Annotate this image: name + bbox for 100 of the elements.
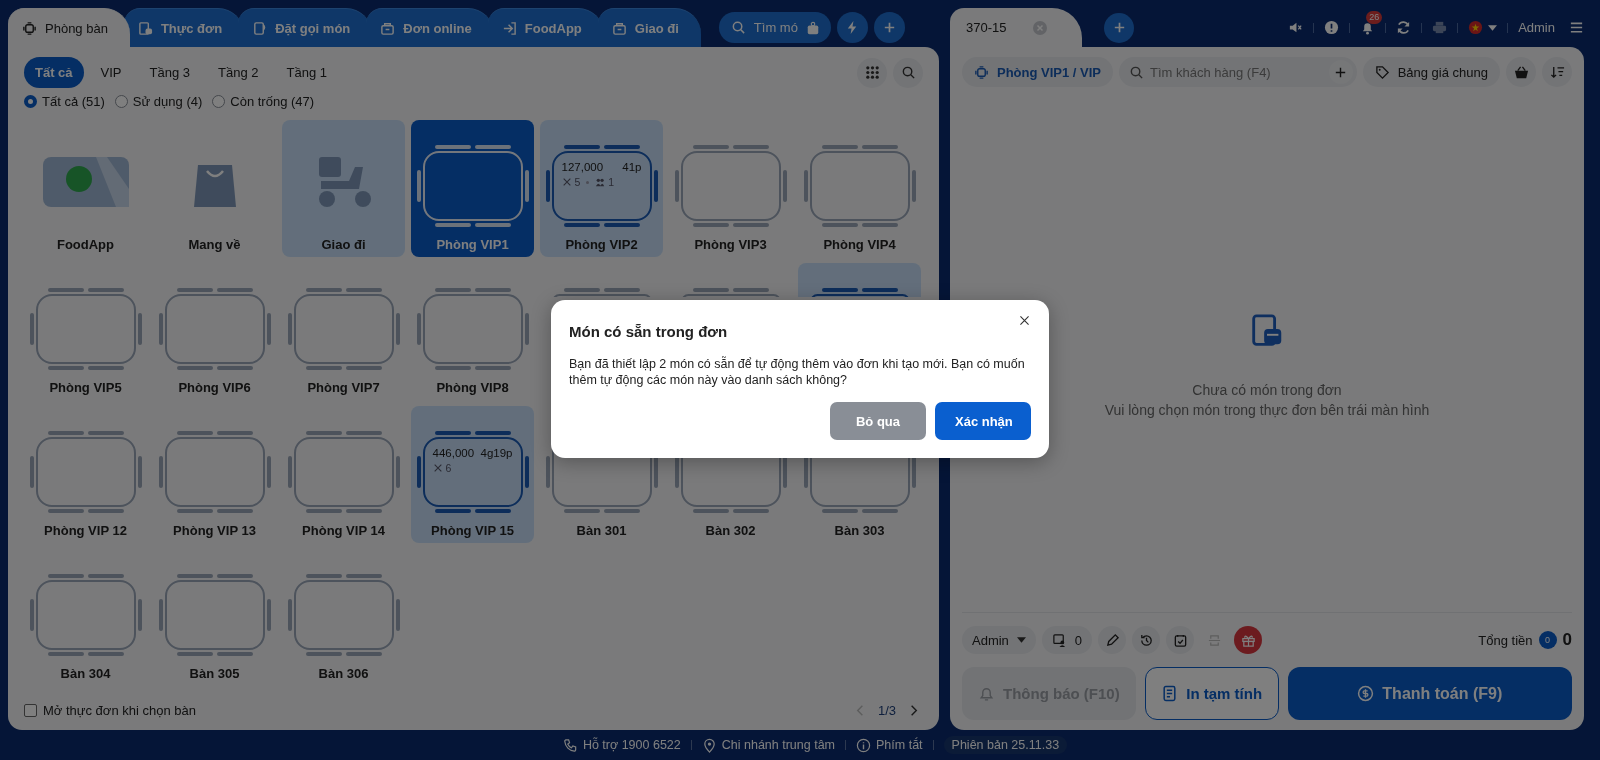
split-icon [1206,632,1222,648]
tag-icon [1374,64,1390,80]
sort-button[interactable] [1542,57,1572,87]
status-radio[interactable]: Sử dụng (4) [114,94,203,109]
table-card[interactable]: Bàn 306 [282,549,405,686]
table-card[interactable]: Bàn 304 [24,549,147,686]
dialog-title: Món có sẵn trong đơn [569,323,728,340]
table-card[interactable]: Phòng VIP8 [411,263,534,400]
guest-count: 1 [608,176,615,188]
search-button[interactable] [893,57,923,88]
page-indicator: 1/3 [877,702,896,718]
table-card[interactable]: Phòng VIP7 [282,263,405,400]
price-list-button[interactable]: Bảng giá chung [1362,57,1500,87]
status-radio[interactable]: Tất cả (51) [24,94,105,109]
confirm-button[interactable]: Xác nhận [935,402,1031,440]
dish-count: 6 [445,462,452,474]
table-card[interactable]: Phòng VIP3 [669,120,792,257]
utensils-icon [561,177,572,187]
grid-icon [864,65,880,80]
sort-icon [1549,64,1565,80]
payment-button[interactable]: Thanh toán (F9) [1287,667,1572,720]
quick-order-button[interactable] [836,12,868,43]
calendar-icon [1172,632,1188,648]
dollar-icon [1357,685,1375,702]
user-name[interactable]: Admin [1518,20,1555,35]
grid-view-button[interactable] [857,57,887,88]
flag-icon [1468,20,1484,35]
dish-count: 5 [574,176,581,188]
table-card[interactable]: Phòng VIP4 [798,120,921,257]
menu-icon[interactable] [1569,20,1584,35]
table-icon [22,20,37,36]
version-link[interactable]: Phiên bản 25.11.33 [943,736,1068,754]
table-card[interactable] [798,263,921,297]
open-menu-checkbox[interactable]: Mở thực đơn khi chọn bàn [24,702,196,718]
history-icon [1138,632,1154,648]
staff-selector[interactable]: Admin [962,626,1036,654]
basket-button[interactable] [1506,57,1536,87]
empty-order-hint: Vui lòng chọn món trong thực đơn bên trái màn hình [1104,401,1430,418]
order-type-card[interactable]: FoodApp [24,120,147,257]
tablet-icon [252,20,268,36]
status-radio[interactable]: Còn trống (47) [212,94,315,109]
area-tab[interactable]: Tầng 1 [275,57,338,88]
order-type-card[interactable]: Mang về [153,120,276,257]
edit-button[interactable] [1098,626,1127,654]
table-card[interactable]: Phòng VIP6 [153,263,276,400]
table-card[interactable]: Phòng VIP 12 [24,406,147,543]
order-type-card[interactable]: Giao đi [282,120,405,257]
schedule-button[interactable] [1166,626,1195,654]
item-count-badge: 0 [1538,631,1557,649]
phone-icon [562,737,578,753]
table-card[interactable]: Phòng VIP1 [411,120,534,257]
area-tab[interactable]: Tất cả [24,57,84,88]
search-icon [900,65,916,80]
area-tab[interactable]: Tầng 2 [207,57,270,88]
login-icon [501,20,517,36]
document-icon [1161,685,1179,702]
customer-search-field[interactable]: Tìm khách hàng (F4) [1119,57,1357,87]
close-icon[interactable] [1018,314,1031,327]
print-bill-button[interactable]: In tạm tính [1144,667,1279,720]
gift-icon [1240,632,1256,648]
add-button[interactable] [873,12,905,43]
bell-icon [978,685,995,702]
branch-link[interactable]: Chi nhánh trung tâm [701,737,836,753]
order-tab[interactable]: 370-15 [950,8,1083,47]
table-card[interactable]: Phòng VIP 13 [153,406,276,543]
notification-badge: 26 [1366,11,1383,24]
gift-button[interactable] [1234,626,1263,654]
empty-order-title: Chưa có món trong đơn [1192,381,1342,398]
order-duration: 4g19p [480,447,513,459]
table-card[interactable]: 127,000 41p 5 1 Phòng VIP2 [540,120,663,257]
nav-tab[interactable]: Phòng bàn [8,8,130,47]
bag-icon [611,20,627,36]
bag-icon [380,20,396,36]
table-card[interactable]: Phòng VIP 14 [282,406,405,543]
caret-icon [1488,24,1498,31]
refresh-icon[interactable] [1396,20,1412,35]
nav-tab[interactable]: Giao đi [597,8,701,47]
order-amount: 127,000 [561,161,604,173]
caret-icon [1016,637,1026,643]
shortcuts-link[interactable]: Phím tắt [856,737,923,753]
customer-count-button[interactable]: 0 [1041,626,1093,654]
area-tab[interactable]: VIP [89,57,133,88]
phone-link[interactable]: Hỗ trợ 1900 6522 [562,737,681,753]
scale-icon[interactable] [805,20,820,35]
menu-icon [137,20,153,36]
add-order-button[interactable] [1104,12,1135,43]
guests-icon [595,177,606,187]
area-tab[interactable]: Tầng 3 [138,57,202,88]
history-button[interactable] [1132,626,1161,654]
skip-button[interactable]: Bỏ qua [830,402,926,440]
location-chip[interactable]: Phòng VIP1 / VIP [962,57,1114,87]
order-duration: 41p [622,161,642,173]
table-card[interactable]: Phòng VIP5 [24,263,147,400]
language-selector[interactable] [1468,20,1498,35]
alert-icon[interactable] [1324,20,1340,35]
table-card[interactable]: Bàn 305 [153,549,276,686]
total-amount: 0 [1562,630,1572,650]
table-card[interactable]: 446,000 4g19p 6 Phòng VIP 15 [411,406,534,543]
search-field[interactable]: Tìm mó [718,12,831,43]
order-amount: 446,000 [432,447,475,459]
